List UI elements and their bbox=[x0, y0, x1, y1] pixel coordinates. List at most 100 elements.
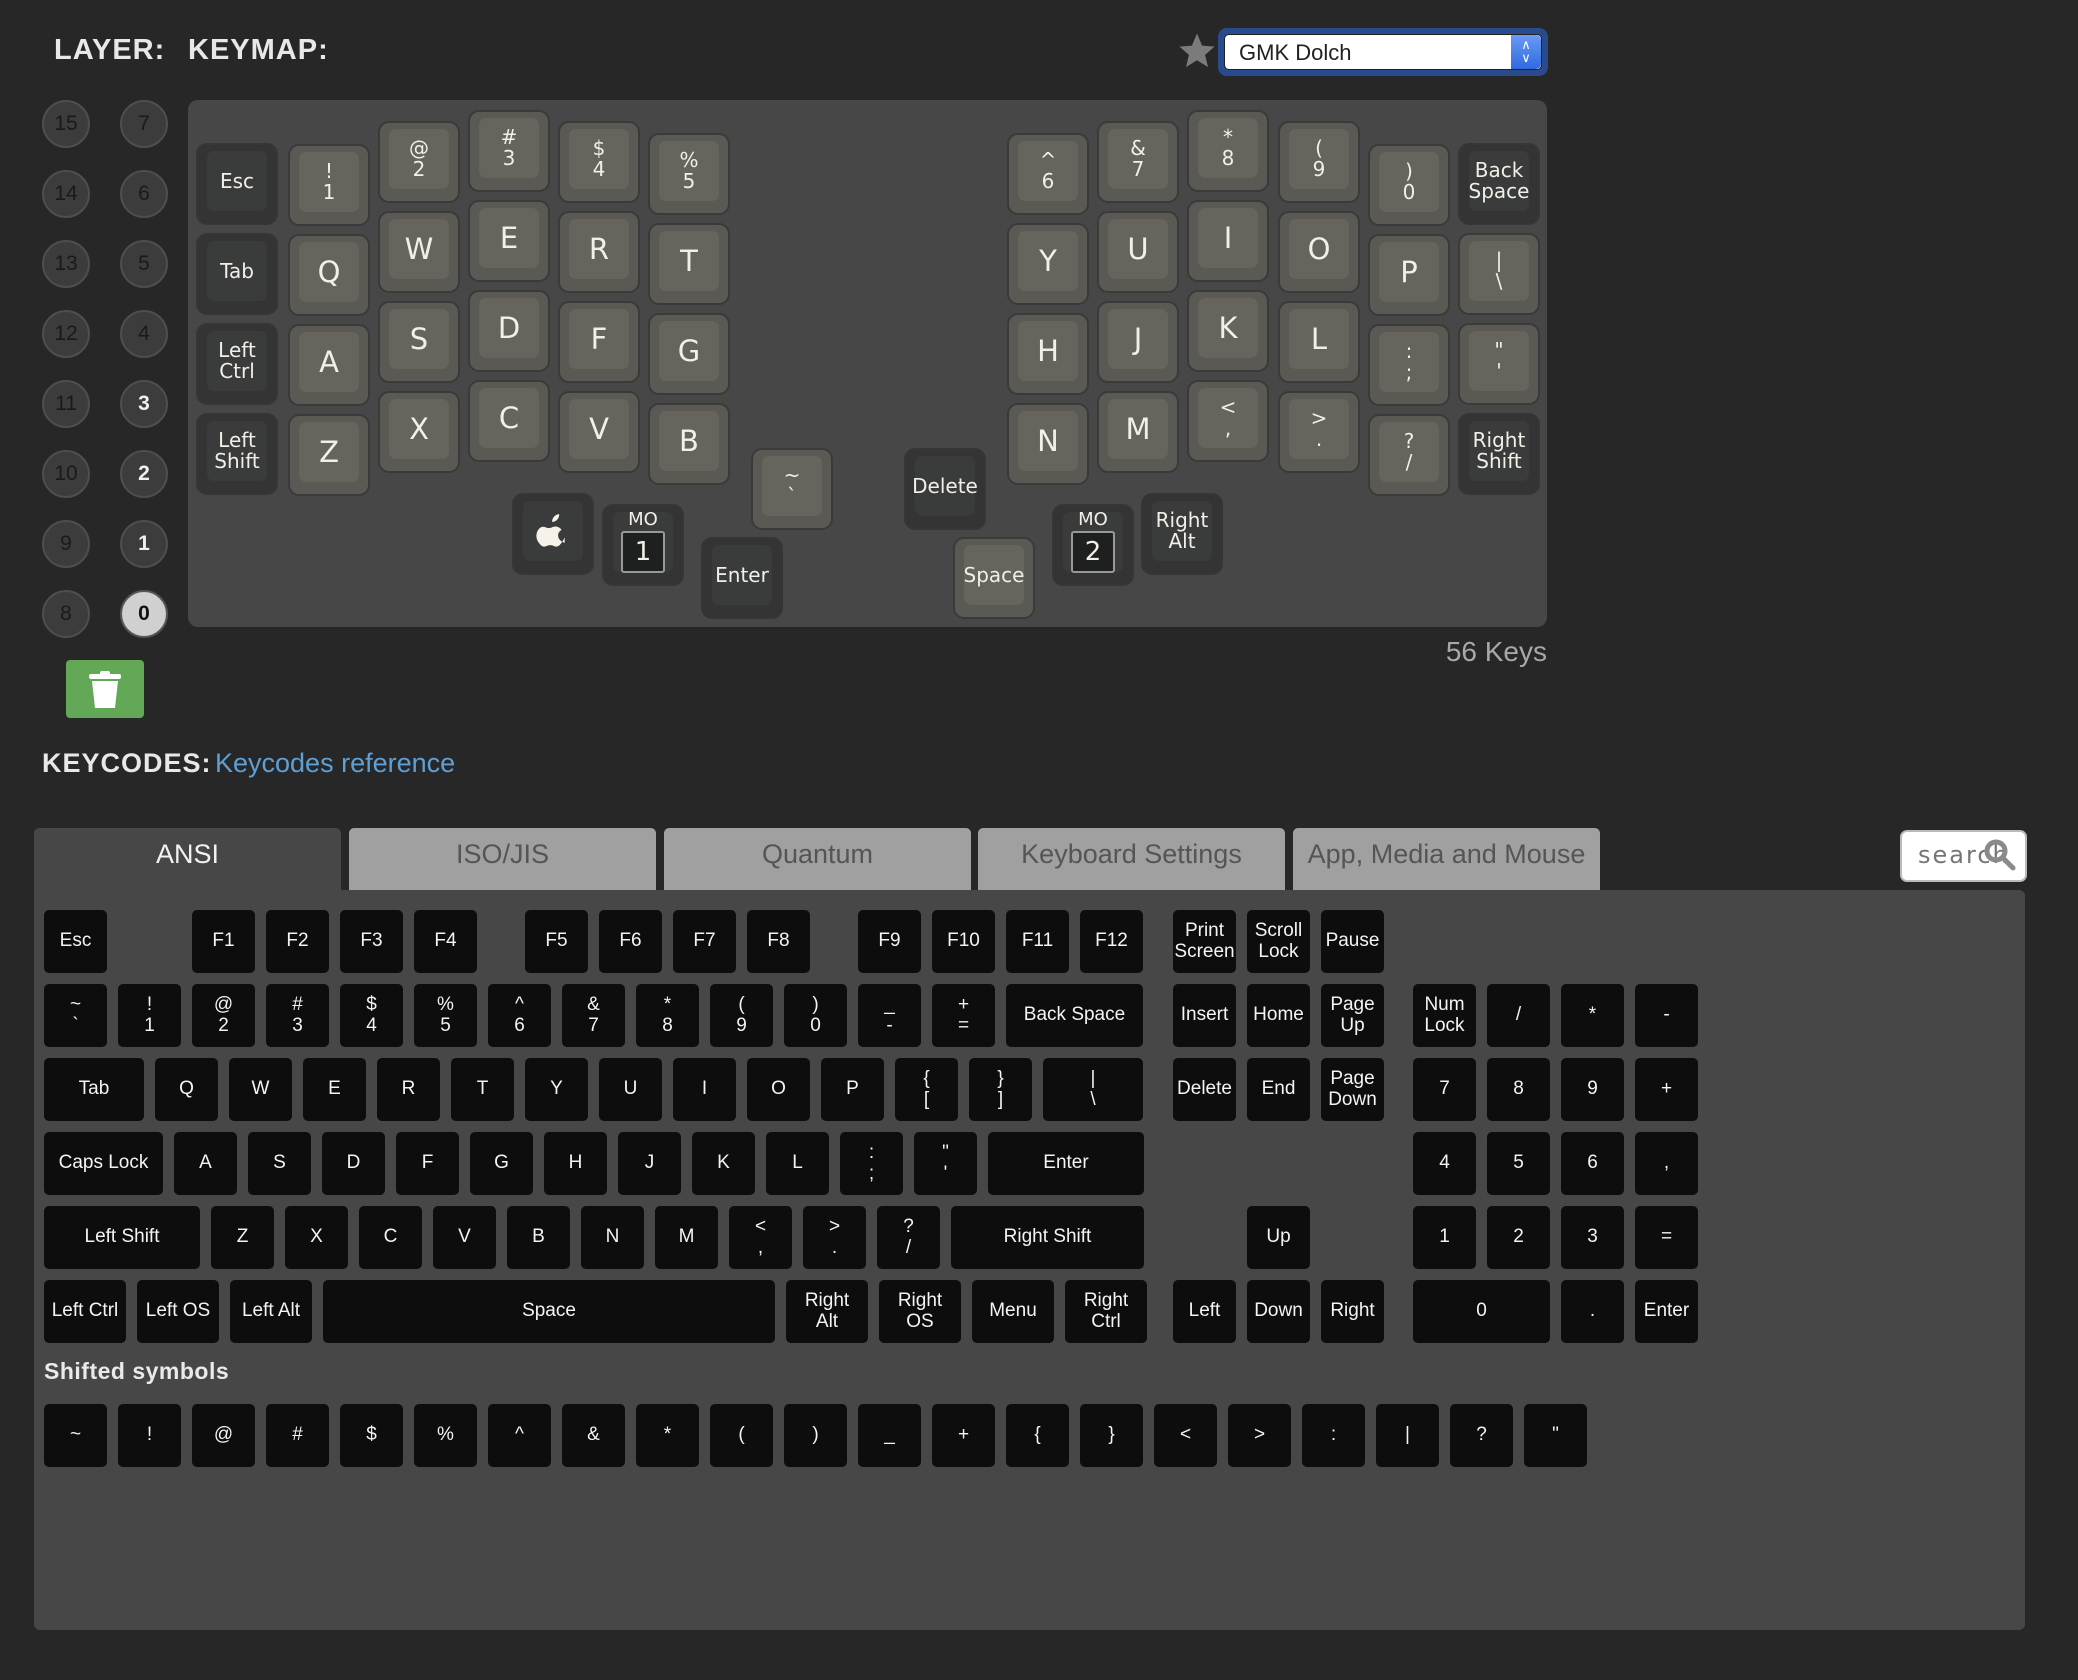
keycode-y[interactable]: Y bbox=[525, 1058, 588, 1121]
keycode-right-ctrl[interactable]: Right Ctrl bbox=[1065, 1280, 1147, 1343]
key-v[interactable]: V bbox=[558, 391, 640, 473]
keycode-x[interactable]: X bbox=[285, 1206, 348, 1269]
keycode-symbol[interactable]: = bbox=[1635, 1206, 1698, 1269]
key-3[interactable]: #3 bbox=[468, 110, 550, 192]
key-left-shift[interactable]: Left Shift bbox=[196, 413, 278, 495]
tab-app-media-and-mouse[interactable]: App, Media and Mouse bbox=[1293, 828, 1600, 890]
keycode-p[interactable]: P bbox=[821, 1058, 884, 1121]
keycode-4[interactable]: 4 bbox=[1413, 1132, 1476, 1195]
key-delete[interactable]: Delete bbox=[904, 448, 986, 530]
keycode-pause[interactable]: Pause bbox=[1321, 910, 1384, 973]
key-u[interactable]: U bbox=[1097, 211, 1179, 293]
keycode-enter[interactable]: Enter bbox=[988, 1132, 1144, 1195]
key-q[interactable]: Q bbox=[288, 234, 370, 316]
tab-iso-jis[interactable]: ISO/JIS bbox=[349, 828, 656, 890]
keycode-w[interactable]: W bbox=[229, 1058, 292, 1121]
key-7[interactable]: & 7 bbox=[1097, 121, 1179, 203]
keycode-symbol[interactable]: ^ bbox=[488, 1404, 551, 1467]
keycode-symbol[interactable]: $ bbox=[340, 1404, 403, 1467]
keycode-symbol[interactable]: . bbox=[1561, 1280, 1624, 1343]
keycode-f7[interactable]: F7 bbox=[673, 910, 736, 973]
key-d[interactable]: D bbox=[468, 290, 550, 372]
tab-ansi[interactable]: ANSI bbox=[34, 828, 341, 890]
keycode-right-os[interactable]: Right OS bbox=[879, 1280, 961, 1343]
keycode-9[interactable]: (9 bbox=[710, 984, 773, 1047]
key-9[interactable]: (9 bbox=[1278, 121, 1360, 203]
keycode-f[interactable]: F bbox=[396, 1132, 459, 1195]
keycode-symbol[interactable]: " bbox=[1524, 1404, 1587, 1467]
keycode-right[interactable]: Right bbox=[1321, 1280, 1384, 1343]
key-right-shift[interactable]: Right Shift bbox=[1458, 413, 1540, 495]
key-y[interactable]: Y bbox=[1007, 223, 1089, 305]
keycode-f9[interactable]: F9 bbox=[858, 910, 921, 973]
key-symbol[interactable]: >. bbox=[1278, 391, 1360, 473]
keycode-symbol[interactable]: }] bbox=[969, 1058, 1032, 1121]
key-4[interactable]: $4 bbox=[558, 121, 640, 203]
keycode-end[interactable]: End bbox=[1247, 1058, 1310, 1121]
keycode-t[interactable]: T bbox=[451, 1058, 514, 1121]
keycode-page-up[interactable]: Page Up bbox=[1321, 984, 1384, 1047]
keycode-symbol[interactable]: / bbox=[1487, 984, 1550, 1047]
keymap-select[interactable]: GMK Dolch ∧ ∨ bbox=[1218, 28, 1548, 76]
key-t[interactable]: T bbox=[648, 223, 730, 305]
tab-keyboard-settings[interactable]: Keyboard Settings bbox=[978, 828, 1285, 890]
keycode-l[interactable]: L bbox=[766, 1132, 829, 1195]
layer-button-1[interactable]: 1 bbox=[120, 520, 168, 568]
key-p[interactable]: P bbox=[1368, 234, 1450, 316]
key-g[interactable]: G bbox=[648, 313, 730, 395]
keycode-back-space[interactable]: Back Space bbox=[1006, 984, 1143, 1047]
keycode-symbol[interactable]: :; bbox=[840, 1132, 903, 1195]
layer-button-4[interactable]: 4 bbox=[120, 310, 168, 358]
layer-button-3[interactable]: 3 bbox=[120, 380, 168, 428]
key-symbol[interactable]: ? / bbox=[1368, 414, 1450, 496]
keycode-space[interactable]: Space bbox=[323, 1280, 775, 1343]
keycode-symbol[interactable]: ~ bbox=[44, 1404, 107, 1467]
keycode-home[interactable]: Home bbox=[1247, 984, 1310, 1047]
layer-button-13[interactable]: 13 bbox=[42, 240, 90, 288]
key-symbol[interactable]: :; bbox=[1368, 324, 1450, 406]
keycode-num-lock[interactable]: Num Lock bbox=[1413, 984, 1476, 1047]
keycode-u[interactable]: U bbox=[599, 1058, 662, 1121]
layer-button-5[interactable]: 5 bbox=[120, 240, 168, 288]
layer-button-7[interactable]: 7 bbox=[120, 100, 168, 148]
layer-button-9[interactable]: 9 bbox=[42, 520, 90, 568]
keycode-3[interactable]: 3 bbox=[1561, 1206, 1624, 1269]
key-w[interactable]: W bbox=[378, 211, 460, 293]
keycode-symbol[interactable]: ! bbox=[118, 1404, 181, 1467]
keycode-symbol[interactable]: + = bbox=[932, 984, 995, 1047]
clear-layer-button[interactable] bbox=[66, 660, 144, 718]
keycode-c[interactable]: C bbox=[359, 1206, 422, 1269]
keycode-v[interactable]: V bbox=[433, 1206, 496, 1269]
keycode-symbol[interactable]: & bbox=[562, 1404, 625, 1467]
keycode-q[interactable]: Q bbox=[155, 1058, 218, 1121]
key-a[interactable]: A bbox=[288, 324, 370, 406]
keycode-2[interactable]: @2 bbox=[192, 984, 255, 1047]
key-right-alt[interactable]: Right Alt bbox=[1141, 493, 1223, 575]
keycode-symbol[interactable]: @ bbox=[192, 1404, 255, 1467]
keycode-symbol[interactable]: _ bbox=[858, 1404, 921, 1467]
keycode-f1[interactable]: F1 bbox=[192, 910, 255, 973]
keycode-enter[interactable]: Enter bbox=[1635, 1280, 1698, 1343]
key-o[interactable]: O bbox=[1278, 211, 1360, 293]
key-z[interactable]: Z bbox=[288, 414, 370, 496]
star-icon[interactable] bbox=[1176, 30, 1220, 74]
key-h[interactable]: H bbox=[1007, 313, 1089, 395]
key-symbol[interactable]: " ' bbox=[1458, 323, 1540, 405]
keycode-symbol[interactable]: _ - bbox=[858, 984, 921, 1047]
layer-button-2[interactable]: 2 bbox=[120, 450, 168, 498]
keycode-f5[interactable]: F5 bbox=[525, 910, 588, 973]
keycode-6[interactable]: 6 bbox=[1561, 1132, 1624, 1195]
key-i[interactable]: I bbox=[1187, 200, 1269, 282]
key-enter[interactable]: Enter bbox=[701, 537, 783, 619]
keycode-3[interactable]: #3 bbox=[266, 984, 329, 1047]
key-0[interactable]: ) 0 bbox=[1368, 144, 1450, 226]
key-tab[interactable]: Tab bbox=[196, 233, 278, 315]
keycode-j[interactable]: J bbox=[618, 1132, 681, 1195]
keycode-symbol[interactable]: # bbox=[266, 1404, 329, 1467]
keycode-symbol[interactable]: + bbox=[932, 1404, 995, 1467]
keycode-symbol[interactable]: >. bbox=[803, 1206, 866, 1269]
keycode-down[interactable]: Down bbox=[1247, 1280, 1310, 1343]
key-symbol[interactable]: ~ ` bbox=[751, 448, 833, 530]
key-m[interactable]: M bbox=[1097, 391, 1179, 473]
keycode-0[interactable]: 0 bbox=[1413, 1280, 1550, 1343]
